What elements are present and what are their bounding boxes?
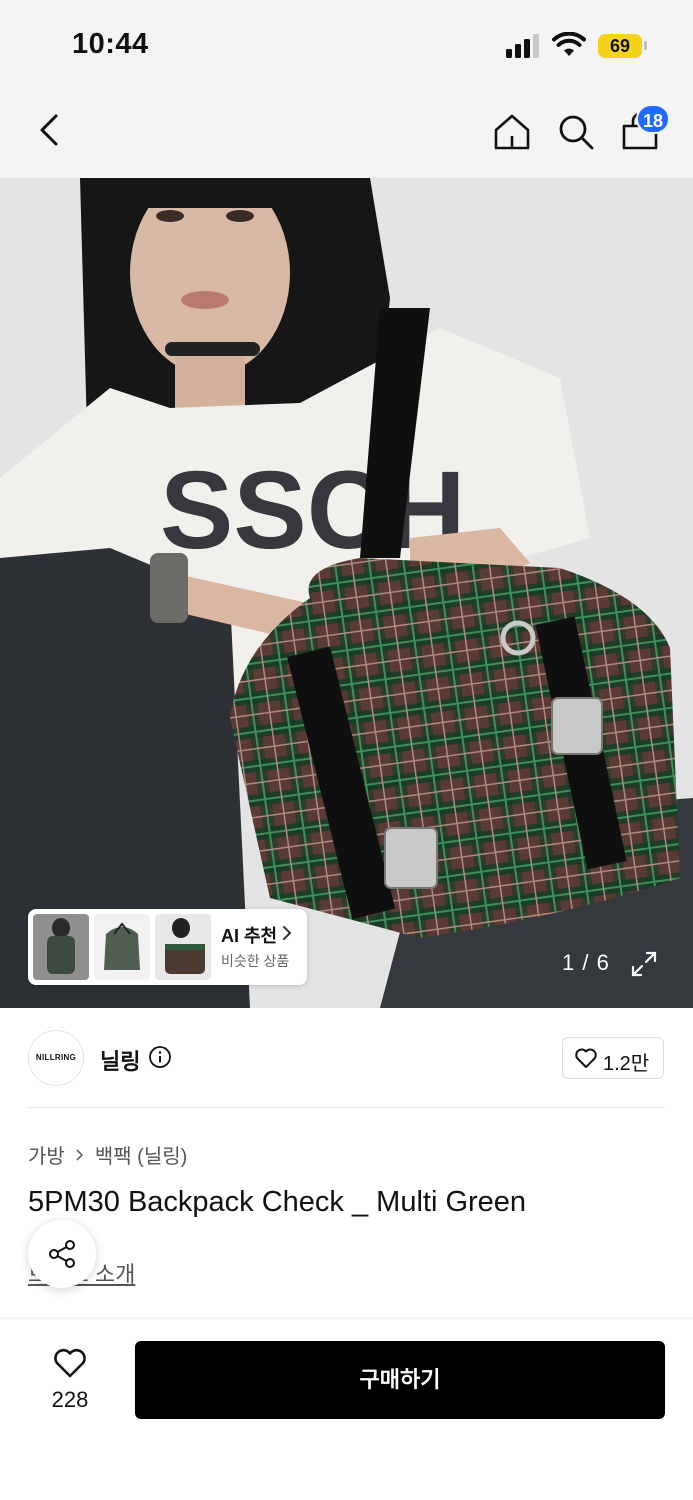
brand-name[interactable]: 닐링 <box>100 1044 140 1076</box>
top-nav <box>0 90 693 178</box>
share-button[interactable] <box>28 1220 96 1288</box>
cellular-signal-icon <box>506 34 542 58</box>
wifi-icon <box>552 32 586 56</box>
breadcrumb-subcategory[interactable]: 백팩 (닐링) <box>95 1146 187 1168</box>
wish-count: 228 <box>51 1387 89 1412</box>
battery-indicator: 69 <box>598 34 642 58</box>
recommendation-thumbnail[interactable] <box>94 914 150 980</box>
brand-logo[interactable]: NILLRING <box>28 1030 84 1086</box>
divider <box>28 1107 665 1108</box>
info-icon[interactable] <box>148 1045 172 1069</box>
breadcrumb-category[interactable]: 가방 <box>28 1146 65 1168</box>
battery-tip <box>644 41 647 50</box>
image-page-indicator: 1 / 6 <box>562 950 610 975</box>
chevron-right-icon <box>283 926 292 940</box>
brand-like-count: 1.2만 <box>603 1053 650 1075</box>
product-title: 5PM30 Backpack Check _ Multi Green <box>28 1186 527 1218</box>
search-icon[interactable] <box>554 110 598 154</box>
brand-like-button[interactable]: 1.2만 <box>562 1037 664 1079</box>
ai-recommend-title: AI 추천 <box>221 926 278 946</box>
expand-icon[interactable] <box>630 950 658 978</box>
product-image-carousel[interactable]: SSCH AI 추천 비슷한 상품 1 / 6 <box>0 178 693 1008</box>
ai-recommend-subtitle: 비슷한 상품 <box>221 953 290 969</box>
share-icon <box>49 1240 75 1268</box>
chevron-right-icon <box>76 1148 83 1161</box>
product-photo: SSCH <box>0 178 693 1008</box>
breadcrumb: 가방 백팩 (닐링) <box>28 1140 187 1169</box>
chevron-left-icon[interactable] <box>30 110 70 150</box>
cart-count-badge: 18 <box>636 104 670 134</box>
status-bar: 10:44 69 <box>0 0 693 90</box>
status-time: 10:44 <box>72 28 149 60</box>
bottom-purchase-bar: 228 구매하기 <box>0 1318 693 1500</box>
buy-button[interactable]: 구매하기 <box>135 1341 665 1419</box>
recommendation-thumbnail[interactable] <box>155 914 211 980</box>
heart-icon[interactable] <box>52 1347 88 1379</box>
ai-recommendation-panel[interactable]: AI 추천 비슷한 상품 <box>28 909 307 985</box>
heart-icon <box>575 1048 597 1068</box>
recommendation-thumbnail[interactable] <box>33 914 89 980</box>
home-icon[interactable] <box>490 110 534 154</box>
